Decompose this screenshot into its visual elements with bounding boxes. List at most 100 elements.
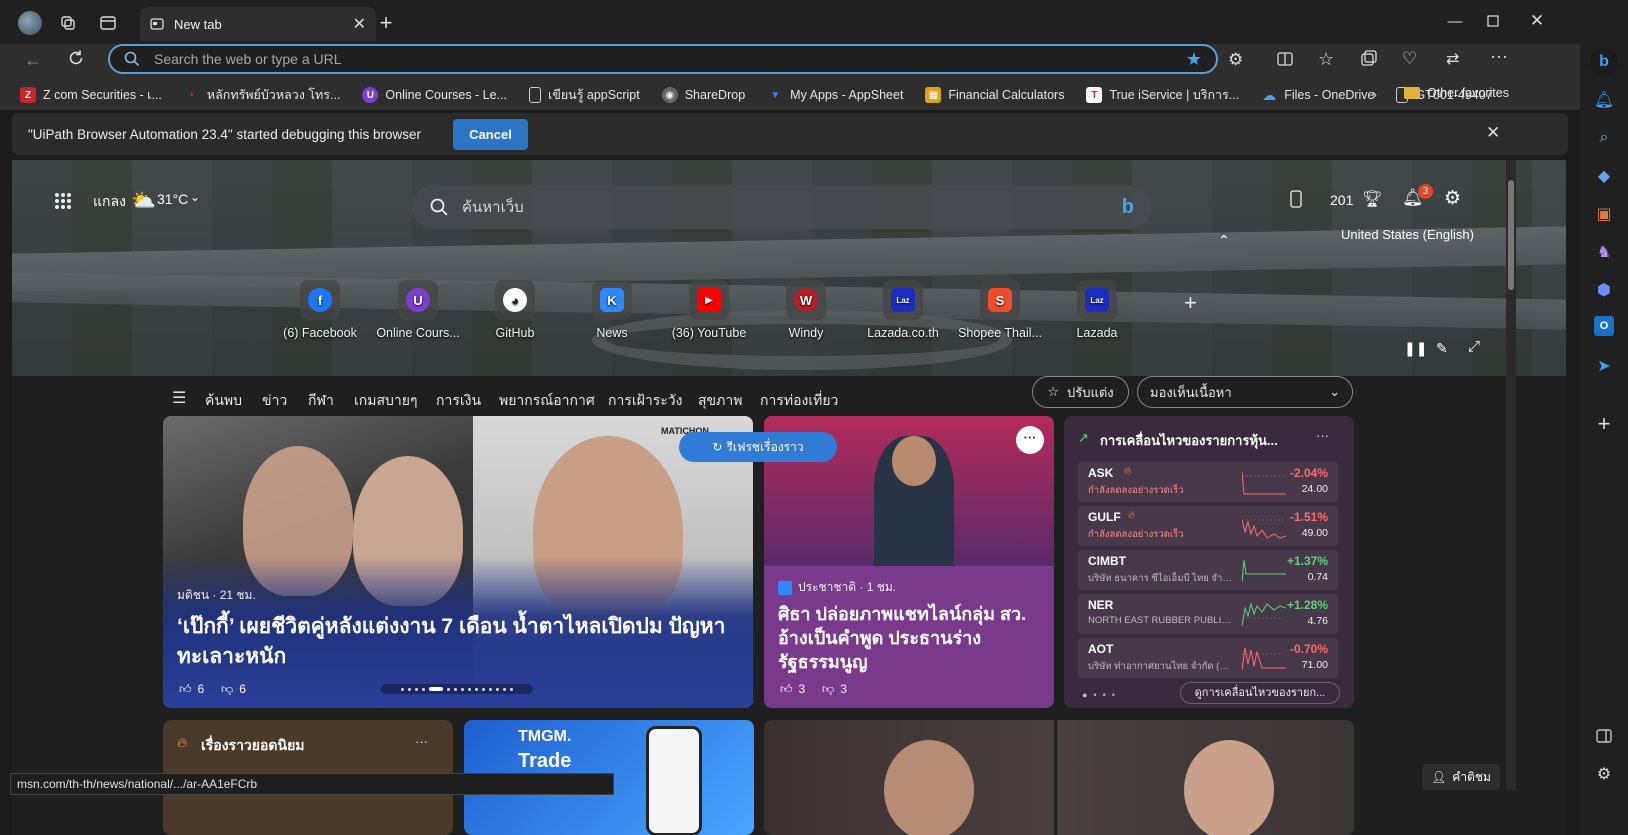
news-headline[interactable]: ศิธา ปล่อยภาพแชทไลน์กลุ่ม สว. อ้างเป็นคำ…	[778, 602, 1044, 674]
news-headline[interactable]: ‘เป๊กกี้’ เผยชีวิตคู่หลังแต่งงาน 7 เดือน…	[177, 612, 747, 672]
pause-background-icon[interactable]: ❚❚	[1404, 340, 1427, 357]
like-button[interactable]: 👍︎ 3	[780, 682, 805, 697]
address-bar[interactable]: Search the web or type a URL ★	[108, 44, 1218, 74]
news-card-main[interactable]: MATICHON มติชน · 21 ชม. ‘เป๊กกี้’ เผยชีว…	[163, 416, 753, 708]
close-infobar-icon[interactable]: ✕	[1486, 123, 1500, 143]
quick-link[interactable]: f (6) Facebook	[272, 280, 368, 340]
tab-watch[interactable]: การเฝ้าระวัง	[608, 390, 682, 412]
quick-link[interactable]: W Windy	[758, 280, 854, 340]
carousel-dots[interactable]	[381, 684, 533, 694]
tab-health[interactable]: สุขภาพ	[698, 390, 742, 412]
pagination-dots[interactable]: ●•••	[1082, 690, 1121, 700]
games-icon[interactable]: ♞	[1592, 240, 1616, 264]
tab-actions-icon[interactable]	[96, 11, 120, 35]
hamburger-menu-icon[interactable]: ☰	[172, 388, 186, 408]
language-label[interactable]: United States (English)	[1341, 227, 1474, 242]
profile-avatar[interactable]	[18, 11, 42, 35]
tab-travel[interactable]: การท่องเที่ยว	[760, 390, 838, 412]
expand-icon[interactable]: ⤢	[1468, 338, 1480, 355]
tab-casual-games[interactable]: เกมสบายๆ	[354, 390, 418, 412]
search-sidebar-icon[interactable]: ⌕	[1592, 126, 1616, 150]
favorite-item[interactable]: U Online Courses - Le...	[362, 87, 507, 103]
back-arrow-icon[interactable]: ←	[24, 50, 42, 71]
close-window-button[interactable]: ✕	[1522, 8, 1552, 34]
quick-link[interactable]: S Shopee Thail...	[952, 280, 1048, 340]
personalize-button[interactable]: ☆ ปรับแต่ง	[1032, 376, 1129, 408]
new-tab-plus-icon[interactable]: +	[374, 10, 398, 35]
tab-new-tab[interactable]: New tab ✕	[140, 7, 376, 41]
tab-sports[interactable]: กีฬา	[308, 390, 334, 412]
quick-link[interactable]: U Online Cours...	[370, 280, 466, 340]
workspaces-icon[interactable]	[56, 11, 80, 35]
minimize-button[interactable]: —	[1440, 8, 1470, 34]
tab-news[interactable]: ข่าว	[262, 390, 287, 412]
rewards-trophy-icon[interactable]: 🏆︎	[1362, 189, 1382, 209]
weather-temperature[interactable]: 31°C	[157, 191, 188, 207]
other-favorites-folder[interactable]: Other favorites	[1404, 86, 1509, 100]
chevron-right-icon[interactable]: ›	[1372, 86, 1377, 103]
scrollbar-thumb[interactable]	[1508, 180, 1514, 290]
tab-finance[interactable]: การเงิน	[436, 390, 481, 412]
trending-title[interactable]: เรื่องราวยอดนิยม	[201, 735, 305, 757]
tools-icon[interactable]: ▣	[1592, 202, 1616, 226]
add-quick-link-icon[interactable]: +	[1184, 290, 1197, 316]
send-icon[interactable]: ➤	[1592, 354, 1616, 378]
add-sidebar-app-icon[interactable]: +	[1592, 411, 1616, 436]
collections-icon[interactable]	[1360, 50, 1378, 68]
favorite-item[interactable]: • หลักทรัพย์บัวหลวง โทร...	[184, 85, 340, 105]
more-options-icon[interactable]: ···	[1316, 428, 1329, 443]
tab-discover[interactable]: ค้นพบ	[205, 390, 243, 420]
see-more-stocks-link[interactable]: ดูการเคลื่อนไหวของรายก...	[1180, 682, 1340, 704]
browser-essentials-icon[interactable]: ♡	[1402, 49, 1417, 69]
feedback-button[interactable]: 👤︎ คำติชม	[1422, 764, 1500, 790]
close-tab-icon[interactable]: ✕	[353, 14, 366, 34]
microsoft365-icon[interactable]: ⬢	[1592, 278, 1616, 302]
dislike-button[interactable]: 👎︎ 6	[221, 682, 246, 697]
mobile-phone-icon[interactable]	[1290, 190, 1302, 208]
stock-row[interactable]: AOT บริษัท ท่าอากาศยานไทย จำกัด (ม... -0…	[1078, 638, 1338, 678]
favorite-item[interactable]: ▦ Financial Calculators	[925, 87, 1064, 103]
weather-location[interactable]: แกลง	[93, 191, 126, 213]
stock-row[interactable]: NER NORTH EAST RUBBER PUBLIC C... +1.28%…	[1078, 594, 1338, 634]
chevron-down-icon[interactable]: ⌄	[190, 190, 200, 204]
like-button[interactable]: 👍︎ 6	[179, 682, 204, 697]
split-screen-icon[interactable]	[1276, 50, 1294, 68]
stock-row[interactable]: CIMBT บริษัท ธนาคาร ซีไอเอ็มบี ไทย จำกั.…	[1078, 550, 1338, 590]
sidebar-settings-icon[interactable]: ⚙	[1592, 762, 1616, 786]
favorite-item[interactable]: ZZ com Securities - เ...	[20, 85, 162, 105]
favorite-item[interactable]: ▼ My Apps - AppSheet	[767, 87, 903, 103]
outlook-icon[interactable]: O	[1594, 316, 1614, 336]
stock-card-title[interactable]: การเคลื่อนไหวของรายการหุ้น...	[1100, 430, 1278, 451]
quick-link[interactable]: ◕ GitHub	[467, 280, 563, 340]
favorite-item[interactable]: T True iService | บริการ...	[1086, 85, 1239, 105]
bing-chat-icon[interactable]: b	[1590, 48, 1618, 76]
news-card-photo[interactable]	[764, 720, 1354, 835]
rewards-points[interactable]: 201	[1330, 192, 1353, 208]
share-icon[interactable]: ⇄	[1446, 49, 1459, 69]
refresh-stories-button[interactable]: ↻ รีเฟรชเรื่องราว	[679, 432, 837, 462]
shopping-tag-icon[interactable]: ◆	[1592, 164, 1616, 188]
edit-background-icon[interactable]: ✎	[1436, 340, 1448, 357]
maximize-button[interactable]	[1478, 8, 1508, 34]
more-menu-icon[interactable]: ···	[1490, 46, 1508, 67]
bing-logo-icon[interactable]: b	[1122, 196, 1134, 219]
refresh-icon[interactable]	[66, 48, 86, 68]
cancel-debugging-button[interactable]: Cancel	[453, 118, 528, 150]
favorites-star-icon[interactable]: ☆	[1318, 49, 1334, 70]
add-favorite-star-icon[interactable]: ★	[1186, 49, 1202, 70]
bell-icon[interactable]: 🔔︎	[1592, 88, 1616, 112]
quick-link[interactable]: ▶ (36) YouTube	[661, 280, 757, 340]
quick-link[interactable]: Laz Lazada	[1049, 280, 1145, 340]
extensions-icon[interactable]: ⚙	[1228, 50, 1243, 70]
tab-weather[interactable]: พยากรณ์อากาศ	[499, 390, 595, 412]
apps-grid-icon[interactable]	[54, 192, 72, 210]
collapse-chevron-icon[interactable]: ⌃	[1218, 232, 1230, 249]
stock-row[interactable]: GULF 🔥︎ กำลังลดลงอย่างรวดเร็ว -1.51% 49.…	[1078, 506, 1338, 546]
content-visibility-dropdown[interactable]: มองเห็นเนื้อหา ⌄	[1137, 376, 1353, 408]
scrollbar-track[interactable]	[1506, 160, 1516, 790]
stock-row[interactable]: ASK 🔥︎ กำลังลดลงอย่างรวดเร็ว -2.04% 24.0…	[1078, 462, 1338, 502]
quick-link[interactable]: Laz Lazada.co.th	[855, 280, 951, 340]
more-options-icon[interactable]: ···	[1016, 426, 1044, 454]
dislike-button[interactable]: 👎︎ 3	[822, 682, 847, 697]
favorite-item[interactable]: ☁ Files - OneDrive	[1261, 87, 1374, 103]
